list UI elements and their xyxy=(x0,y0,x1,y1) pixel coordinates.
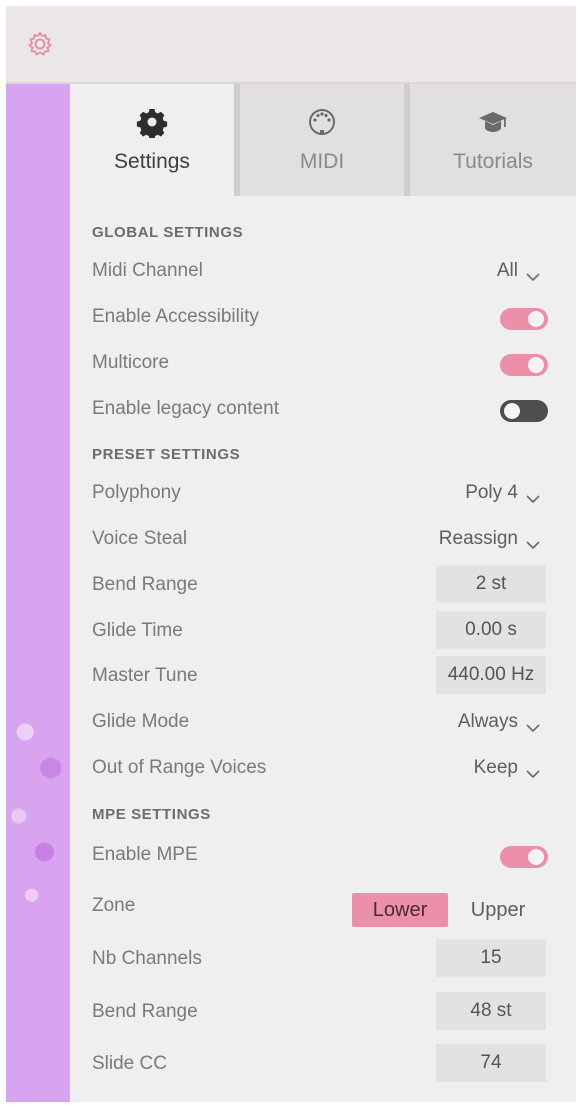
voice-steal-dropdown[interactable]: Reassign xyxy=(439,528,540,550)
settings-panel: Settings MIDI Tutorials GLOBAL SETTINGS … xyxy=(70,84,576,1102)
glide-mode-label: Glide Mode xyxy=(92,711,190,732)
chevron-down-icon xyxy=(526,488,540,504)
zone-lower-button[interactable]: Lower xyxy=(352,893,448,927)
toggle-knob xyxy=(528,311,544,327)
voice-steal-label: Voice Steal xyxy=(92,528,188,549)
glide-mode-dropdown[interactable]: Always xyxy=(458,711,540,733)
enable-mpe-label: Enable MPE xyxy=(92,844,198,865)
accessibility-label: Enable Accessibility xyxy=(92,306,259,327)
section-title-preset: PRESET SETTINGS xyxy=(92,446,241,463)
nb-channels-label: Nb Channels xyxy=(92,948,202,969)
graduation-cap-icon xyxy=(477,106,509,138)
glide-time-label: Glide Time xyxy=(92,620,183,641)
midi-channel-dropdown[interactable]: All xyxy=(497,260,540,282)
out-of-range-value: Keep xyxy=(473,757,518,778)
polyphony-dropdown[interactable]: Poly 4 xyxy=(465,482,540,504)
tab-midi[interactable]: MIDI xyxy=(240,84,404,196)
settings-gear-icon[interactable] xyxy=(24,28,56,60)
bend-range-label: Bend Range xyxy=(92,574,198,595)
bend-range-field[interactable]: 2 st xyxy=(436,565,546,603)
out-of-range-dropdown[interactable]: Keep xyxy=(474,757,540,779)
slide-cc-label: Slide CC xyxy=(92,1053,167,1074)
mpe-bend-range-field[interactable]: 48 st xyxy=(436,992,546,1030)
slide-cc-field[interactable]: 74 xyxy=(436,1044,546,1082)
tab-tutorials[interactable]: Tutorials xyxy=(410,84,576,196)
app-window: Settings MIDI Tutorials GLOBAL SETTINGS … xyxy=(0,0,578,1106)
polyphony-value: Poly 4 xyxy=(465,482,518,503)
nb-channels-field[interactable]: 15 xyxy=(436,939,546,977)
chevron-down-icon xyxy=(526,266,540,282)
glide-mode-value: Always xyxy=(457,711,518,732)
toggle-knob xyxy=(528,357,544,373)
tab-tutorials-label: Tutorials xyxy=(453,150,533,173)
mpe-bend-range-label: Bend Range xyxy=(92,1001,198,1022)
sidebar-decoration xyxy=(6,684,70,924)
chevron-down-icon xyxy=(526,717,540,733)
left-sidebar xyxy=(6,84,70,1102)
midi-channel-value: All xyxy=(496,260,518,281)
multicore-toggle[interactable] xyxy=(500,354,548,376)
tab-settings-label: Settings xyxy=(114,150,190,173)
out-of-range-label: Out of Range Voices xyxy=(92,757,267,778)
chevron-down-icon xyxy=(526,534,540,550)
chevron-down-icon xyxy=(526,763,540,779)
zone-upper-button[interactable]: Upper xyxy=(452,893,544,927)
accessibility-toggle[interactable] xyxy=(500,308,548,330)
midi-port-icon xyxy=(306,106,338,138)
legacy-content-label: Enable legacy content xyxy=(92,398,279,419)
master-tune-field[interactable]: 440.00 Hz xyxy=(436,656,546,694)
tab-settings[interactable]: Settings xyxy=(70,84,234,196)
tab-midi-label: MIDI xyxy=(299,150,345,173)
enable-mpe-toggle[interactable] xyxy=(500,846,548,868)
section-title-global: GLOBAL SETTINGS xyxy=(92,224,244,241)
polyphony-label: Polyphony xyxy=(92,482,181,503)
toggle-knob xyxy=(504,403,520,419)
gear-icon xyxy=(136,106,168,140)
midi-channel-label: Midi Channel xyxy=(92,260,203,281)
master-tune-label: Master Tune xyxy=(92,665,198,686)
top-bar xyxy=(6,6,576,84)
multicore-label: Multicore xyxy=(92,352,170,373)
glide-time-field[interactable]: 0.00 s xyxy=(436,611,546,649)
section-title-mpe: MPE SETTINGS xyxy=(92,806,211,823)
legacy-content-toggle[interactable] xyxy=(500,400,548,422)
tab-bar: Settings MIDI Tutorials xyxy=(70,84,576,196)
voice-steal-value: Reassign xyxy=(438,528,518,549)
toggle-knob xyxy=(528,849,544,865)
zone-label: Zone xyxy=(92,895,136,916)
